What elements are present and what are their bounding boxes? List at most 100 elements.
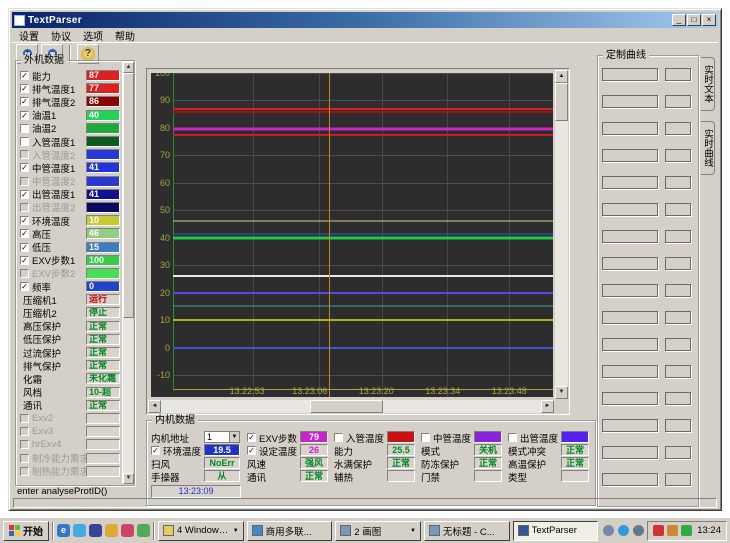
curve-value-slot[interactable]: [665, 392, 691, 405]
checkbox[interactable]: ✓: [247, 433, 256, 442]
checkbox[interactable]: ✓: [20, 84, 29, 93]
checkbox[interactable]: [421, 433, 430, 442]
menu-item[interactable]: 协议: [46, 28, 76, 43]
task-button[interactable]: TextParser: [513, 521, 599, 541]
curve-value-slot[interactable]: [665, 473, 691, 486]
ie-icon[interactable]: e: [57, 524, 70, 537]
checkbox[interactable]: ✓: [20, 282, 29, 291]
task-button[interactable]: 2 画图▼: [335, 521, 421, 541]
chart-horizontal-scrollbar[interactable]: ◄ ►: [148, 400, 554, 413]
security-icon[interactable]: [121, 524, 134, 537]
curve-slot[interactable]: [602, 473, 658, 486]
red-tray-icon[interactable]: [653, 525, 664, 536]
media-player-icon[interactable]: [89, 524, 102, 537]
plot-area[interactable]: 13:22:5313:23:0613:23:2013:23:3413:23:48…: [151, 73, 553, 397]
checkbox[interactable]: ✓: [20, 256, 29, 265]
curve-value-slot[interactable]: [665, 95, 691, 108]
checkbox[interactable]: ✓: [247, 446, 256, 455]
close-button[interactable]: ×: [702, 14, 716, 26]
browser-icon[interactable]: [73, 524, 86, 537]
checkbox[interactable]: ✓: [20, 243, 29, 252]
outdoor-panel-scrollbar[interactable]: ▲ ▼: [122, 62, 133, 484]
chevron-down-icon[interactable]: ▼: [229, 432, 239, 442]
side-tab-1[interactable]: 实时曲线: [701, 121, 715, 175]
task-button[interactable]: 4 Windows...▼: [158, 521, 244, 541]
curve-value-slot[interactable]: [665, 68, 691, 81]
menu-item[interactable]: 帮助: [110, 28, 140, 43]
checkbox[interactable]: ✓: [20, 190, 29, 199]
curve-slot[interactable]: [602, 311, 658, 324]
titlebar[interactable]: TextParser _ □ ×: [12, 12, 718, 28]
checkbox[interactable]: ✓: [20, 97, 29, 106]
curve-slot[interactable]: [602, 149, 658, 162]
curve-slot[interactable]: [602, 230, 658, 243]
side-tab-0[interactable]: 实时文本: [701, 57, 715, 111]
checkbox[interactable]: [20, 124, 29, 133]
indoor-address-dropdown[interactable]: 1▼: [204, 431, 240, 443]
curve-value-slot[interactable]: [665, 284, 691, 297]
checkbox[interactable]: ✓: [20, 163, 29, 172]
checkbox[interactable]: ✓: [20, 229, 29, 238]
scroll-thumb[interactable]: [123, 73, 134, 318]
start-button[interactable]: 开始: [3, 521, 49, 541]
checkbox[interactable]: ✓: [151, 446, 160, 455]
scroll-thumb[interactable]: [310, 400, 383, 413]
printer-icon[interactable]: [603, 525, 614, 536]
menu-item[interactable]: 设置: [14, 28, 44, 43]
curve-value-slot[interactable]: [665, 257, 691, 270]
task-button[interactable]: 无标题 - C...: [424, 521, 510, 541]
restore-button[interactable]: □: [687, 14, 701, 26]
mail-icon[interactable]: [137, 524, 150, 537]
curve-slot[interactable]: [602, 257, 658, 270]
volume-icon[interactable]: [633, 525, 644, 536]
curve-slot[interactable]: [602, 203, 658, 216]
folder-icon[interactable]: [105, 524, 118, 537]
scroll-up-icon[interactable]: ▲: [555, 70, 568, 83]
scroll-down-icon[interactable]: ▼: [555, 386, 568, 399]
green-tray-icon[interactable]: [681, 525, 692, 536]
curve-slot[interactable]: [602, 365, 658, 378]
sensor-label: 频率: [32, 280, 86, 294]
checkbox[interactable]: [20, 137, 29, 146]
task-button[interactable]: 商用多联...: [247, 521, 333, 541]
scroll-up-icon[interactable]: ▲: [123, 62, 134, 73]
curve-slot[interactable]: [602, 122, 658, 135]
menu-item[interactable]: 选项: [78, 28, 108, 43]
scroll-down-icon[interactable]: ▼: [123, 473, 134, 484]
checkbox[interactable]: ✓: [20, 216, 29, 225]
curve-value-slot[interactable]: [665, 176, 691, 189]
curve-value-slot[interactable]: [665, 149, 691, 162]
curve-value-slot[interactable]: [665, 311, 691, 324]
scroll-left-icon[interactable]: ◄: [148, 400, 161, 413]
checkbox[interactable]: [508, 433, 517, 442]
curve-slot[interactable]: [602, 419, 658, 432]
time-cursor[interactable]: [329, 73, 330, 397]
curve-slot[interactable]: [602, 446, 658, 459]
curve-slot[interactable]: [602, 338, 658, 351]
scroll-right-icon[interactable]: ►: [541, 400, 554, 413]
chevron-down-icon[interactable]: ▼: [410, 528, 416, 534]
curve-value-slot[interactable]: [665, 203, 691, 216]
curve-value-slot[interactable]: [665, 122, 691, 135]
checkbox[interactable]: ✓: [20, 71, 29, 80]
scroll-thumb[interactable]: [555, 83, 568, 121]
checkbox[interactable]: ✓: [20, 111, 29, 120]
minimize-button[interactable]: _: [672, 14, 686, 26]
curve-slot[interactable]: [602, 284, 658, 297]
chart-vertical-scrollbar[interactable]: ▲ ▼: [555, 70, 568, 399]
curve-slot[interactable]: [602, 95, 658, 108]
curve-row: [602, 257, 696, 270]
chevron-down-icon[interactable]: ▼: [233, 528, 239, 534]
curve-value-slot[interactable]: [665, 338, 691, 351]
messenger-icon[interactable]: [618, 525, 629, 536]
checkbox[interactable]: [334, 433, 343, 442]
orange-tray-icon[interactable]: [667, 525, 678, 536]
sensor-row: 中管温度2: [18, 175, 120, 188]
curve-slot[interactable]: [602, 176, 658, 189]
curve-value-slot[interactable]: [665, 446, 691, 459]
curve-value-slot[interactable]: [665, 230, 691, 243]
curve-slot[interactable]: [602, 68, 658, 81]
curve-value-slot[interactable]: [665, 419, 691, 432]
curve-slot[interactable]: [602, 392, 658, 405]
curve-value-slot[interactable]: [665, 365, 691, 378]
